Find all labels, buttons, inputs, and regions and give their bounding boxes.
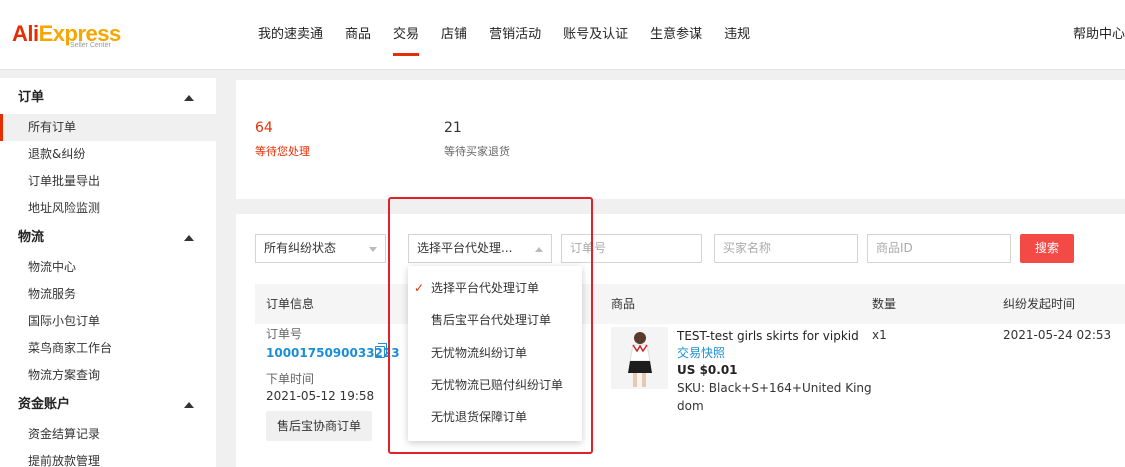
product-sku-line1: SKU: Black+S+164+United King	[677, 381, 872, 395]
sidebar-section-label: 物流	[18, 230, 45, 245]
sidebar-item-cainiao[interactable]: 菜鸟商家工作台	[0, 335, 216, 362]
order-time: 2021-05-12 19:58	[266, 389, 375, 403]
col-dispute-time: 纠纷发起时间	[1003, 297, 1076, 311]
sidebar-section-label: 订单	[18, 90, 45, 105]
order-number-label: 订单号	[266, 327, 303, 341]
sidebar-item-bulk-export[interactable]: 订单批量导出	[0, 168, 216, 195]
sidebar-item-early-payout[interactable]: 提前放款管理	[0, 448, 216, 467]
nav-store[interactable]: 店铺	[441, 0, 467, 70]
top-bar: AliExpress Seller Center 我的速卖通 商品 交易 店铺 …	[0, 0, 1125, 70]
product-price: US $0.01	[677, 363, 738, 377]
chevron-down-icon	[369, 247, 377, 252]
product-photo-icon	[611, 327, 668, 389]
nav-products[interactable]: 商品	[345, 0, 371, 70]
sidebar-item-all-orders[interactable]: 所有订单	[0, 114, 216, 141]
select-value: 选择平台代处理...	[417, 241, 513, 255]
quantity-value: x1	[872, 328, 887, 342]
dispute-status-select[interactable]: 所有纠纷状态	[255, 234, 386, 263]
sidebar-section-funds[interactable]: 资金账户	[0, 389, 216, 421]
help-center-link[interactable]: 帮助中心	[1073, 0, 1125, 70]
dropdown-option[interactable]: 售后宝平台代处理订单	[408, 307, 582, 333]
checkmark-icon: ✓	[414, 281, 425, 295]
sidebar-section-orders[interactable]: 订单	[0, 82, 216, 114]
collapse-caret-icon[interactable]	[184, 402, 194, 408]
col-product: 商品	[611, 297, 636, 311]
sidebar-item-logistics-center[interactable]: 物流中心	[0, 254, 216, 281]
nav-violations[interactable]: 违规	[724, 0, 750, 70]
nav-marketing[interactable]: 营销活动	[489, 0, 541, 70]
product-sku-line2: dom	[677, 399, 704, 413]
nav-transactions[interactable]: 交易	[393, 0, 420, 70]
nav-account[interactable]: 账号及认证	[563, 0, 628, 70]
sidebar-section-logistics[interactable]: 物流	[0, 222, 216, 254]
stat-label: 等待买家退货	[444, 145, 510, 158]
main-nav: 我的速卖通 商品 交易 店铺 营销活动 账号及认证 生意参谋 违规	[258, 0, 772, 70]
select-value: 所有纠纷状态	[264, 241, 337, 255]
platform-handling-select[interactable]: 选择平台代处理...	[408, 234, 552, 263]
sidebar-item-address-risk[interactable]: 地址风险监测	[0, 195, 216, 222]
search-button[interactable]: 搜索	[1020, 234, 1074, 263]
sidebar-item-settlement[interactable]: 资金结算记录	[0, 421, 216, 448]
stat-label: 等待您处理	[255, 145, 310, 158]
stat-pending-return[interactable]: 21 等待买家退货	[444, 120, 510, 159]
dropdown-option[interactable]: 无忧退货保障订单	[408, 404, 582, 430]
product-thumbnail[interactable]	[611, 327, 668, 389]
logo-part-ali: Ali	[12, 21, 39, 46]
stat-value: 21	[444, 120, 462, 136]
stat-value: 64	[255, 120, 273, 136]
table-header: 订单信息 商品 数量 纠纷发起时间	[255, 284, 1125, 324]
snapshot-link[interactable]: 交易快照	[677, 345, 725, 361]
sidebar-section-label: 资金账户	[18, 397, 71, 412]
platform-handling-dropdown: ✓ 选择平台代处理订单 售后宝平台代处理订单 无忧物流纠纷订单 无忧物流已赔付纠…	[408, 266, 582, 441]
stats-card: 64 等待您处理 21 等待买家退货	[236, 80, 1125, 199]
dispute-time-value: 2021-05-24 02:53	[1003, 328, 1112, 342]
dropdown-option[interactable]: 无忧物流已赔付纠纷订单	[408, 372, 582, 398]
after-sale-tag-button[interactable]: 售后宝协商订单	[266, 411, 372, 441]
col-quantity: 数量	[872, 297, 897, 311]
dropdown-option-selected[interactable]: ✓ 选择平台代处理订单	[408, 275, 582, 301]
stat-pending-you[interactable]: 64 等待您处理	[255, 120, 310, 159]
order-number-input[interactable]: 订单号	[561, 234, 702, 263]
col-order-info: 订单信息	[266, 297, 315, 311]
disputes-panel: 所有纠纷状态 选择平台代处理... 订单号 买家名称 商品ID 搜索 订单信息 …	[236, 214, 1125, 467]
nav-business-advisor[interactable]: 生意参谋	[650, 0, 702, 70]
nav-my-aliexpress[interactable]: 我的速卖通	[258, 0, 323, 70]
buyer-name-input[interactable]: 买家名称	[714, 234, 858, 263]
sidebar-item-refunds[interactable]: 退款&纠纷	[0, 141, 216, 168]
chevron-up-icon	[535, 247, 543, 252]
sidebar: 订单 所有订单 退款&纠纷 订单批量导出 地址风险监测 物流 物流中心 物流服务…	[0, 78, 216, 467]
logo-subtitle: Seller Center	[70, 42, 111, 49]
collapse-caret-icon[interactable]	[184, 95, 194, 101]
aliexpress-logo[interactable]: AliExpress Seller Center	[12, 22, 132, 52]
order-time-label: 下单时间	[266, 372, 315, 386]
option-label: 选择平台代处理订单	[431, 281, 540, 295]
sidebar-item-logistics-service[interactable]: 物流服务	[0, 281, 216, 308]
copy-icon[interactable]	[375, 343, 387, 358]
sidebar-item-intl-parcel[interactable]: 国际小包订单	[0, 308, 216, 335]
product-title[interactable]: TEST-test girls skirts for vipkid	[677, 328, 859, 344]
sidebar-item-logistics-query[interactable]: 物流方案查询	[0, 362, 216, 389]
product-id-input[interactable]: 商品ID	[867, 234, 1011, 263]
dropdown-option[interactable]: 无忧物流纠纷订单	[408, 340, 582, 366]
collapse-caret-icon[interactable]	[184, 235, 194, 241]
